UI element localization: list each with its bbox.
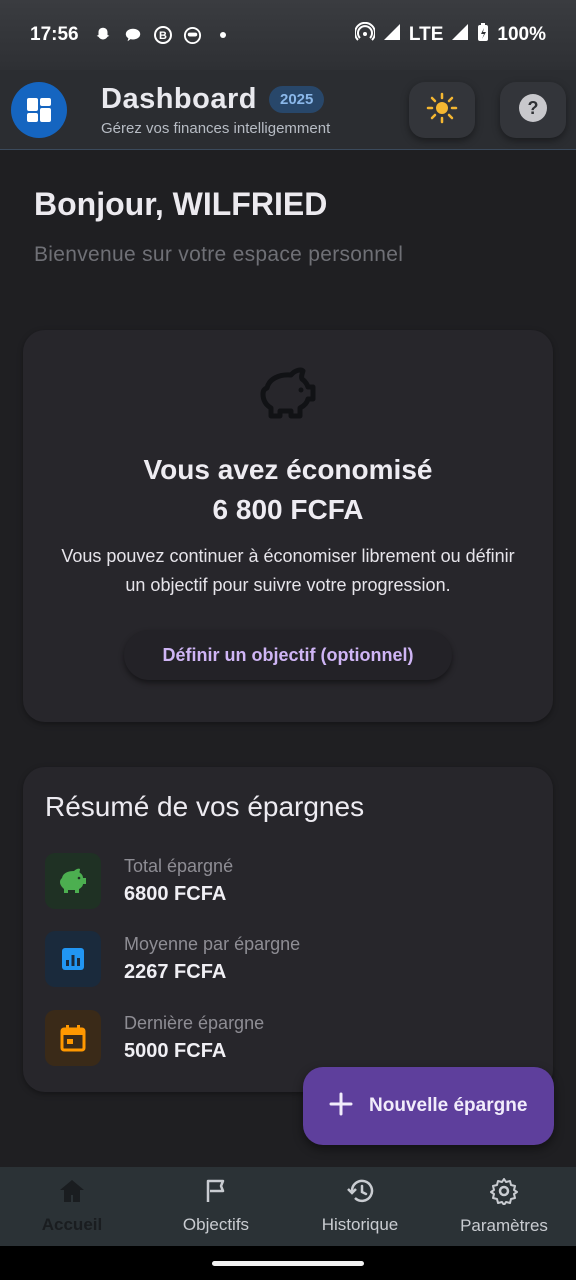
battery-charging-icon <box>477 22 489 48</box>
nav-item-goals[interactable]: Objectifs <box>144 1167 288 1246</box>
stat-label: Dernière épargne <box>124 1013 265 1033</box>
saved-description: Vous pouvez continuer à économiser libre… <box>61 546 515 595</box>
greeting-title: Bonjour, WILFRIED <box>34 186 328 222</box>
year-badge: 2025 <box>268 85 325 113</box>
stat-average-saving: Moyenne par épargne 2267 FCFA <box>45 930 300 988</box>
help-button[interactable]: ? <box>500 82 566 138</box>
stat-label: Moyenne par épargne <box>124 934 301 954</box>
dashboard-icon <box>27 97 51 122</box>
plus-icon <box>329 1092 353 1121</box>
calendar-icon <box>45 1010 101 1066</box>
nav-label: Objectifs <box>182 1215 250 1234</box>
settings-icon <box>490 1177 518 1210</box>
status-time: 17:56 <box>30 24 79 45</box>
history-icon <box>346 1178 374 1209</box>
nav-label: Accueil <box>41 1215 103 1234</box>
stat-value: 2267 FCFA <box>124 961 227 983</box>
title-block: Dashboard 2025 Gérez vos finances intell… <box>101 83 330 137</box>
dashboard-logo[interactable] <box>11 81 67 138</box>
saved-title: Vous avez économisé <box>143 454 433 485</box>
sun-icon <box>426 92 458 129</box>
nav-item-home[interactable]: Accueil <box>0 1167 144 1246</box>
wifi-signal-icon <box>451 23 469 47</box>
nav-item-history[interactable]: Historique <box>288 1167 432 1246</box>
bar-chart-icon <box>45 931 101 987</box>
stat-value: 6800 FCFA <box>124 883 227 905</box>
b-circle-icon: B <box>153 25 173 45</box>
snapchat-icon <box>93 25 113 45</box>
nav-label: Historique <box>321 1215 399 1234</box>
new-saving-button[interactable]: Nouvelle épargne <box>303 1067 554 1145</box>
summary-title: Résumé de vos épargnes <box>45 791 365 822</box>
app-bar: Dashboard 2025 Gérez vos finances intell… <box>0 70 576 150</box>
home-indicator[interactable] <box>212 1261 364 1266</box>
signal-icon <box>383 23 401 47</box>
nav-label: Paramètres <box>460 1216 548 1235</box>
bottom-navigation: Accueil Objectifs Historique Paramètres <box>0 1167 576 1246</box>
stat-total-saved: Total épargné 6800 FCFA <box>45 852 233 910</box>
nav-item-settings[interactable]: Paramètres <box>432 1167 576 1246</box>
piggy-bank-icon <box>257 366 319 426</box>
stat-last-saving: Dernière épargne 5000 FCFA <box>45 1009 264 1067</box>
stat-value: 5000 FCFA <box>124 1040 227 1062</box>
robot-icon <box>183 25 203 45</box>
svg-text:B: B <box>159 30 167 42</box>
flag-icon <box>203 1178 229 1209</box>
saved-amount: 6 800 FCFA <box>212 494 364 525</box>
stat-label: Total épargné <box>124 856 234 876</box>
notification-icons: B <box>93 25 233 45</box>
network-label: LTE <box>408 24 444 45</box>
greeting-subtitle: Bienvenue sur votre espace personnel <box>34 243 404 266</box>
page-title: Dashboard <box>101 82 257 115</box>
define-goal-button[interactable]: Définir un objectif (optionnel) <box>124 630 452 680</box>
battery-level: 100% <box>497 24 546 45</box>
status-bar: 17:56 B LTE 100% <box>0 0 576 70</box>
new-saving-label: Nouvelle épargne <box>369 1095 528 1116</box>
piggy-bank-icon <box>45 853 101 909</box>
svg-text:?: ? <box>528 98 539 118</box>
dot-icon <box>213 25 233 45</box>
home-icon <box>58 1178 86 1209</box>
savings-card: Vous avez économisé 6 800 FCFA Vous pouv… <box>23 330 553 722</box>
page-subtitle: Gérez vos finances intelligemment <box>101 119 331 137</box>
chat-bubble-icon <box>123 25 143 45</box>
help-icon: ? <box>518 93 548 128</box>
summary-card: Résumé de vos épargnes Total épargné 680… <box>23 767 553 1092</box>
theme-toggle-button[interactable] <box>409 82 475 138</box>
status-right: LTE 100% <box>353 21 546 48</box>
hotspot-icon <box>353 21 376 48</box>
system-navigation-bar <box>0 1246 576 1280</box>
